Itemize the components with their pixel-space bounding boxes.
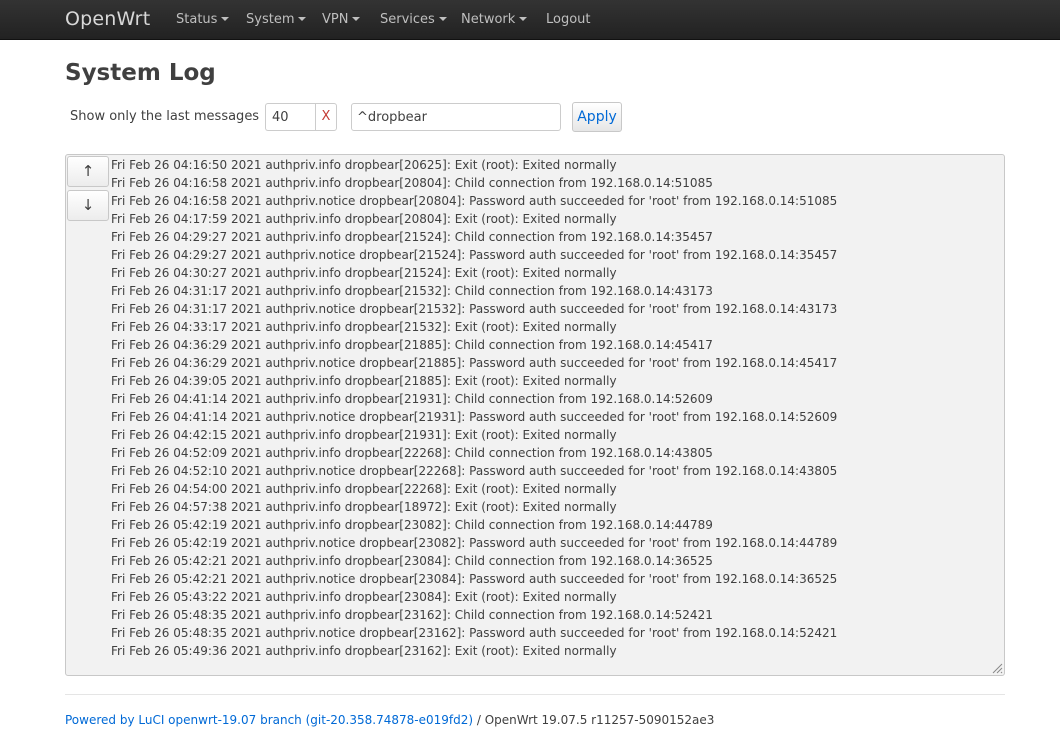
top-navbar: OpenWrt Status System VPN Services Netwo… [0, 0, 1060, 40]
caret-down-icon [519, 16, 528, 21]
log-line: Fri Feb 26 04:41:14 2021 authpriv.notice… [111, 410, 838, 424]
log-line: Fri Feb 26 04:36:29 2021 authpriv.info d… [111, 338, 713, 352]
nav-network-label: Network [461, 12, 516, 27]
log-line: Fri Feb 26 05:42:21 2021 authpriv.info d… [111, 554, 713, 568]
log-line: Fri Feb 26 05:48:35 2021 authpriv.notice… [111, 626, 838, 640]
lines-count-input[interactable] [265, 103, 317, 131]
log-filter-input[interactable] [351, 103, 561, 131]
log-line: Fri Feb 26 04:52:10 2021 authpriv.notice… [111, 464, 838, 478]
log-line: Fri Feb 26 04:29:27 2021 authpriv.info d… [111, 230, 713, 244]
nav-logout-link[interactable]: Logout [546, 12, 591, 27]
version-text: / OpenWrt 19.07.5 r11257-5090152ae3 [473, 713, 715, 727]
log-line: Fri Feb 26 04:16:58 2021 authpriv.notice… [111, 194, 838, 208]
scroll-to-top-button[interactable]: ↑ [67, 156, 109, 187]
log-line: Fri Feb 26 04:39:05 2021 authpriv.info d… [111, 374, 617, 388]
log-line: Fri Feb 26 04:16:58 2021 authpriv.info d… [111, 176, 713, 190]
log-line: Fri Feb 26 05:42:21 2021 authpriv.notice… [111, 572, 838, 586]
log-line: Fri Feb 26 04:36:29 2021 authpriv.notice… [111, 356, 838, 370]
log-line: Fri Feb 26 04:54:00 2021 authpriv.info d… [111, 482, 617, 496]
log-lines: Fri Feb 26 04:16:50 2021 authpriv.info d… [111, 156, 991, 660]
caret-down-icon [298, 16, 307, 21]
caret-down-icon [438, 16, 447, 21]
log-line: Fri Feb 26 04:30:27 2021 authpriv.info d… [111, 266, 617, 280]
log-line: Fri Feb 26 04:16:50 2021 authpriv.info d… [111, 158, 617, 172]
nav-services-menu[interactable]: Services [380, 12, 447, 27]
nav-system-menu[interactable]: System [246, 12, 307, 27]
system-log-textarea[interactable]: ↑ ↓ Fri Feb 26 04:16:50 2021 authpriv.in… [65, 154, 1005, 676]
apply-button[interactable]: Apply [572, 102, 622, 132]
lines-count-label: Show only the last messages [70, 109, 260, 124]
caret-down-icon [352, 16, 361, 21]
log-line: Fri Feb 26 04:17:59 2021 authpriv.info d… [111, 212, 617, 226]
arrow-up-icon: ↑ [81, 162, 95, 180]
nav-network-menu[interactable]: Network [461, 12, 528, 27]
footer-divider [65, 694, 1005, 695]
resize-grip-icon[interactable] [991, 662, 1003, 674]
log-line: Fri Feb 26 04:42:15 2021 authpriv.info d… [111, 428, 617, 442]
log-line: Fri Feb 26 05:42:19 2021 authpriv.notice… [111, 536, 838, 550]
footer: Powered by LuCI openwrt-19.07 branch (gi… [65, 713, 714, 727]
nav-status-label: Status [176, 12, 218, 27]
log-line: Fri Feb 26 05:42:19 2021 authpriv.info d… [111, 518, 713, 532]
nav-vpn-menu[interactable]: VPN [322, 12, 361, 27]
log-line: Fri Feb 26 04:41:14 2021 authpriv.info d… [111, 392, 713, 406]
arrow-down-icon: ↓ [81, 196, 95, 214]
log-line: Fri Feb 26 04:31:17 2021 authpriv.info d… [111, 284, 713, 298]
log-line: Fri Feb 26 05:43:22 2021 authpriv.info d… [111, 590, 617, 604]
nav-status-menu[interactable]: Status [176, 12, 230, 27]
log-line: Fri Feb 26 05:49:36 2021 authpriv.info d… [111, 644, 617, 658]
nav-services-label: Services [380, 12, 435, 27]
log-line: Fri Feb 26 04:52:09 2021 authpriv.info d… [111, 446, 713, 460]
scroll-to-bottom-button[interactable]: ↓ [67, 190, 109, 221]
luci-link[interactable]: Powered by LuCI openwrt-19.07 branch (gi… [65, 713, 473, 727]
nav-system-label: System [246, 12, 295, 27]
log-line: Fri Feb 26 04:31:17 2021 authpriv.notice… [111, 302, 838, 316]
caret-down-icon [221, 16, 230, 21]
log-line: Fri Feb 26 04:33:17 2021 authpriv.info d… [111, 320, 617, 334]
page-title: System Log [65, 60, 216, 86]
nav-vpn-label: VPN [322, 12, 349, 27]
clear-lines-button[interactable]: X [315, 103, 337, 131]
log-line: Fri Feb 26 04:57:38 2021 authpriv.info d… [111, 500, 617, 514]
log-line: Fri Feb 26 04:29:27 2021 authpriv.notice… [111, 248, 838, 262]
log-line: Fri Feb 26 05:48:35 2021 authpriv.info d… [111, 608, 713, 622]
brand-logo[interactable]: OpenWrt [65, 8, 150, 30]
